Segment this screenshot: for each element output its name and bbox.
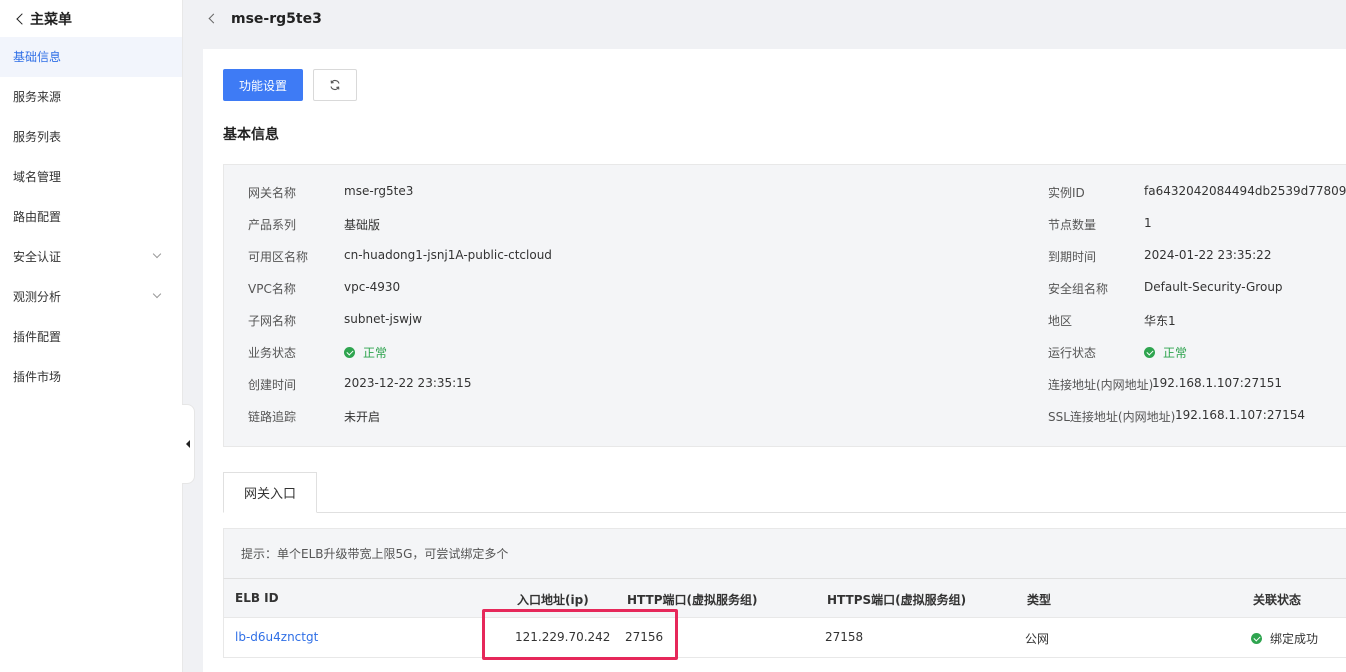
info-label: 创建时间 (248, 378, 297, 392)
sidebar-item-plugin-config[interactable]: 插件配置 (0, 317, 182, 357)
info-label: 节点数量 (1048, 218, 1097, 232)
expire-time-value: 2024-01-22 23:35:22 (1144, 248, 1272, 262)
ssl-address-value: 192.168.1.107:27154 (1175, 408, 1306, 422)
column-header: ELB ID (235, 591, 279, 605)
column-header: HTTP端口(虚拟服务组) (627, 593, 758, 607)
sidebar-item-service-source[interactable]: 服务来源 (0, 77, 182, 117)
info-label: 实例ID (1048, 186, 1085, 200)
sidebar-item-route-config[interactable]: 路由配置 (0, 197, 182, 237)
sidebar-item-domain-management[interactable]: 域名管理 (0, 157, 182, 197)
check-circle-icon (1144, 347, 1155, 358)
check-circle-icon (344, 347, 355, 358)
running-status-value: 正常 (1144, 344, 1187, 361)
sidebar-item-security-auth[interactable]: 安全认证 (0, 237, 182, 277)
back-chevron-icon[interactable] (208, 13, 219, 24)
sidebar-item-service-list[interactable]: 服务列表 (0, 117, 182, 157)
feature-settings-button[interactable]: 功能设置 (223, 69, 303, 101)
main-menu-back[interactable]: 主菜单 (0, 0, 182, 37)
sidebar-item-observability[interactable]: 观测分析 (0, 277, 182, 317)
info-row: 可用区名称 cn-huadong1-jsnj1A-public-ctcloud … (224, 248, 1346, 268)
security-group-value: Default-Security-Group (1144, 280, 1283, 294)
table-header: ELB ID 入口地址(ip) HTTP端口(虚拟服务组) HTTPS端口(虚拟… (223, 578, 1346, 618)
sidebar-item-basic-info[interactable]: 基础信息 (0, 37, 182, 77)
refresh-icon (330, 79, 340, 91)
main-menu-label: 主菜单 (30, 11, 72, 28)
info-label: 链路追踪 (248, 410, 297, 424)
caret-left-icon (186, 440, 190, 448)
info-label: 子网名称 (248, 314, 297, 328)
tab-gateway-entry[interactable]: 网关入口 (223, 472, 317, 513)
sidebar-item-label: 域名管理 (13, 170, 62, 184)
highlight-box (482, 609, 678, 660)
column-header: 入口地址(ip) (517, 593, 589, 607)
info-label: 运行状态 (1048, 346, 1097, 360)
node-count-value: 1 (1144, 216, 1152, 230)
section-title-basic-info: 基本信息 (223, 127, 279, 143)
info-row: 产品系列 基础版 节点数量 1 (224, 216, 1346, 236)
info-label: SSL连接地址(内网地址) (1048, 410, 1176, 424)
sidebar-item-label: 安全认证 (13, 250, 62, 264)
info-label: VPC名称 (248, 282, 296, 296)
sidebar-item-label: 路由配置 (13, 210, 62, 224)
sidebar-item-label: 服务列表 (13, 130, 62, 144)
business-status-value: 正常 (344, 344, 387, 361)
region-value: 华东1 (1144, 314, 1176, 328)
bind-status-cell: 绑定成功 (1251, 630, 1318, 647)
sidebar-collapse-button[interactable] (182, 404, 195, 484)
subnet-name-value: subnet-jswjw (344, 312, 423, 326)
hint-text: 提示：单个ELB升级带宽上限5G，可尝试绑定多个 (223, 528, 1346, 578)
create-time-value: 2023-12-22 23:35:15 (344, 376, 472, 390)
elb-id-link[interactable]: lb-d6u4znctgt (235, 630, 318, 644)
zone-name-value: cn-huadong1-jsnj1A-public-ctcloud (344, 248, 552, 262)
table-row: lb-d6u4znctgt 121.229.70.242 27156 27158… (223, 618, 1346, 658)
sidebar-item-label: 插件市场 (13, 370, 62, 384)
basic-info-box: 网关名称 mse-rg5te3 实例ID fa6432042084494db25… (223, 164, 1346, 447)
info-label: 到期时间 (1048, 250, 1097, 264)
main-panel: 功能设置 基本信息 网关名称 mse-rg5te3 实例ID fa6432042… (203, 49, 1346, 672)
info-row: VPC名称 vpc-4930 安全组名称 Default-Security-Gr… (224, 280, 1346, 300)
type-cell: 公网 (1025, 632, 1050, 646)
info-label: 可用区名称 (248, 250, 309, 264)
info-label: 地区 (1048, 314, 1073, 328)
https-port-cell: 27158 (825, 630, 864, 644)
vpc-name-value: vpc-4930 (344, 280, 401, 294)
column-header: HTTPS端口(虚拟服务组) (827, 593, 967, 607)
connect-address-value: 192.168.1.107:27151 (1152, 376, 1283, 390)
info-row: 创建时间 2023-12-22 23:35:15 连接地址(内网地址) 192.… (224, 376, 1346, 396)
check-circle-icon (1251, 633, 1262, 644)
tracing-value: 未开启 (344, 410, 381, 424)
status-text: 绑定成功 (1270, 632, 1319, 646)
info-label: 网关名称 (248, 186, 297, 200)
info-row: 子网名称 subnet-jswjw 地区 华东1 (224, 312, 1346, 332)
product-series-value: 基础版 (344, 218, 381, 232)
sidebar-item-label: 观测分析 (13, 290, 62, 304)
status-text: 正常 (1163, 346, 1188, 360)
info-row: 链路追踪 未开启 SSL连接地址(内网地址) 192.168.1.107:271… (224, 408, 1346, 428)
info-label: 连接地址(内网地址) (1048, 378, 1154, 392)
chevron-down-icon (152, 249, 162, 259)
sidebar-item-label: 服务来源 (13, 90, 62, 104)
sidebar-item-label: 插件配置 (13, 330, 62, 344)
column-header: 类型 (1027, 593, 1052, 607)
info-label: 业务状态 (248, 346, 297, 360)
status-text: 正常 (363, 346, 388, 360)
sidebar-item-plugin-market[interactable]: 插件市场 (0, 357, 182, 397)
page-title: mse-rg5te3 (231, 10, 322, 27)
gateway-name-value: mse-rg5te3 (344, 184, 414, 198)
tab-bar: 网关入口 (223, 472, 1346, 513)
chevron-down-icon (152, 289, 162, 299)
sidebar-item-label: 基础信息 (13, 50, 62, 64)
info-label: 安全组名称 (1048, 282, 1109, 296)
header: mse-rg5te3 (183, 0, 1346, 37)
info-row: 业务状态 正常 运行状态 正常 (224, 344, 1346, 364)
column-header: 关联状态 (1253, 593, 1302, 607)
info-row: 网关名称 mse-rg5te3 实例ID fa6432042084494db25… (224, 184, 1346, 204)
info-label: 产品系列 (248, 218, 297, 232)
chevron-left-icon (16, 13, 28, 25)
refresh-button[interactable] (313, 69, 357, 101)
instance-id-value: fa6432042084494db2539d778095cec (1144, 184, 1346, 198)
sidebar: 主菜单 基础信息 服务来源 服务列表 域名管理 路由配置 安全认证 观测分析 插… (0, 0, 183, 672)
